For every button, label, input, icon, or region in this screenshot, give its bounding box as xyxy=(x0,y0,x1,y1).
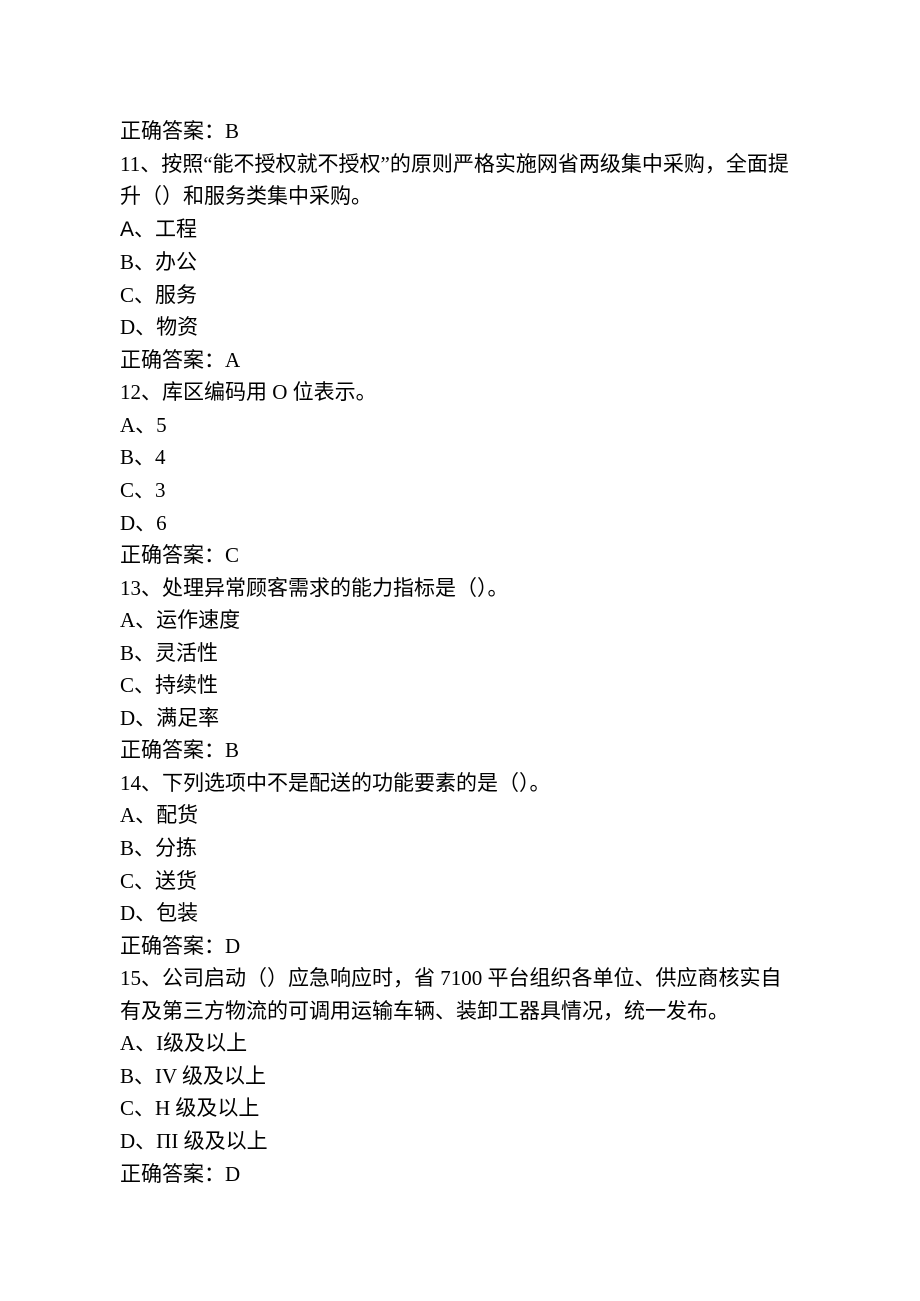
option-a: A、工程 xyxy=(120,213,800,247)
answer-line: 正确答案：C xyxy=(120,539,800,572)
option-d: D、ΠI 级及以上 xyxy=(120,1125,800,1158)
answer-line: 正确答案：B xyxy=(120,115,800,148)
option-c: C、持续性 xyxy=(120,669,800,702)
option-a: A、I级及以上 xyxy=(120,1027,800,1060)
answer-line: 正确答案：B xyxy=(120,734,800,767)
option-b: B、IV 级及以上 xyxy=(120,1060,800,1093)
option-b: B、分拣 xyxy=(120,832,800,865)
option-label: A xyxy=(120,218,134,241)
option-d: D、6 xyxy=(120,507,800,540)
option-c: C、3 xyxy=(120,474,800,507)
option-a: A、配货 xyxy=(120,799,800,832)
option-d: D、满足率 xyxy=(120,702,800,735)
option-b: B、办公 xyxy=(120,246,800,279)
answer-line: 正确答案：A xyxy=(120,344,800,377)
question-text: 13、处理异常顾客需求的能力指标是（）。 xyxy=(120,572,800,605)
question-text: 14、下列选项中不是配送的功能要素的是（）。 xyxy=(120,767,800,800)
option-c: C、送货 xyxy=(120,865,800,898)
option-c: C、H 级及以上 xyxy=(120,1092,800,1125)
option-b: B、灵活性 xyxy=(120,637,800,670)
document-page: 正确答案：B 11、按照“能不授权就不授权”的原则严格实施网省两级集中采购，全面… xyxy=(0,0,920,1270)
option-text: 、工程 xyxy=(134,217,197,241)
answer-line: 正确答案：D xyxy=(120,930,800,963)
option-a: A、5 xyxy=(120,409,800,442)
option-d: D、包装 xyxy=(120,897,800,930)
question-text: 15、公司启动（）应急响应时，省 7100 平台组织各单位、供应商核实自有及第三… xyxy=(120,962,800,1027)
option-b: B、4 xyxy=(120,441,800,474)
question-text: 11、按照“能不授权就不授权”的原则严格实施网省两级集中采购，全面提升（）和服务… xyxy=(120,148,800,213)
option-d: D、物资 xyxy=(120,311,800,344)
question-text: 12、库区编码用 O 位表示。 xyxy=(120,376,800,409)
option-c: C、服务 xyxy=(120,279,800,312)
answer-line: 正确答案：D xyxy=(120,1158,800,1191)
option-a: A、运作速度 xyxy=(120,604,800,637)
